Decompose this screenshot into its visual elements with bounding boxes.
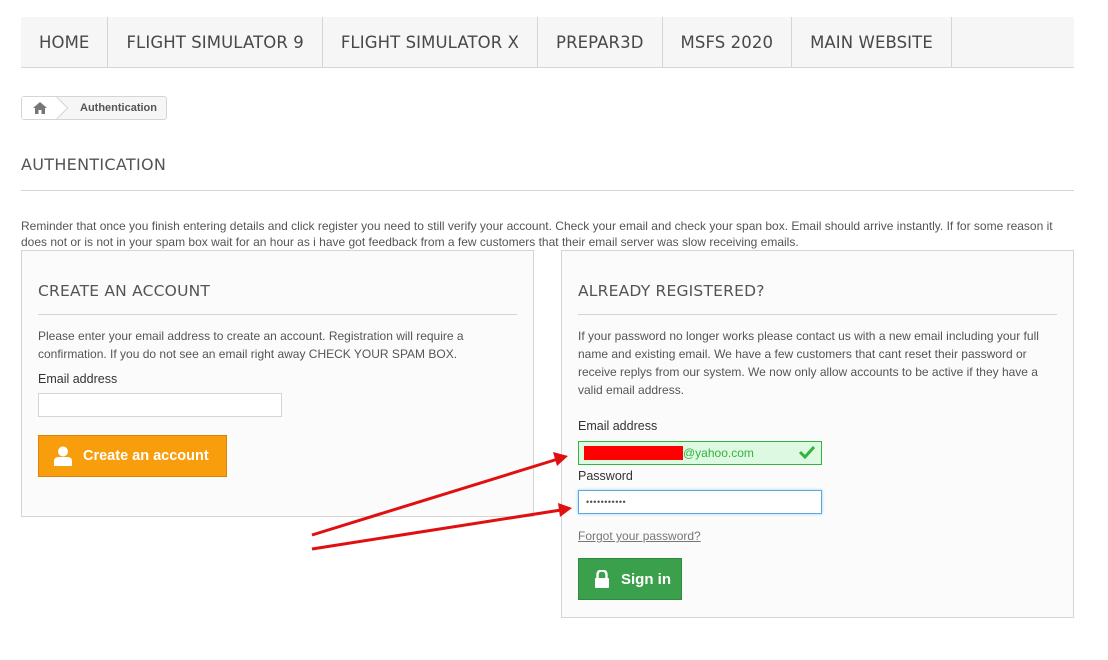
create-email-label: Email address <box>38 372 118 386</box>
password-input[interactable]: ••••••••••• <box>578 490 822 514</box>
nav-item-home[interactable]: HOME <box>21 17 109 67</box>
login-email-label: Email address <box>578 419 658 433</box>
create-account-text: Please enter your email address to creat… <box>38 329 464 361</box>
page-title: AUTHENTICATION <box>21 155 1074 191</box>
forgot-password-link[interactable]: Forgot your password? <box>578 529 701 543</box>
nav-item-main-website[interactable]: MAIN WEBSITE <box>792 17 952 67</box>
login-email-input[interactable]: @yahoo.com <box>578 441 822 465</box>
user-icon <box>51 446 75 466</box>
login-panel: ALREADY REGISTERED? If your password no … <box>561 250 1074 618</box>
login-title: ALREADY REGISTERED? <box>578 282 1057 315</box>
breadcrumb-home-link[interactable] <box>22 97 58 119</box>
breadcrumb-current: Authentication <box>80 102 157 114</box>
breadcrumb: Authentication <box>21 96 167 120</box>
sign-in-button[interactable]: Sign in <box>578 558 682 600</box>
login-text: If your password no longer works please … <box>578 329 1039 397</box>
create-account-title: CREATE AN ACCOUNT <box>38 282 517 315</box>
password-label: Password <box>578 469 633 483</box>
sign-in-button-label: Sign in <box>621 570 671 588</box>
nav-item-fs9[interactable]: FLIGHT SIMULATOR 9 <box>108 17 323 67</box>
create-email-input[interactable] <box>38 393 282 417</box>
nav-item-msfs2020[interactable]: MSFS 2020 <box>663 17 793 67</box>
redacted-email-block <box>584 446 683 460</box>
nav-item-fsx[interactable]: FLIGHT SIMULATOR X <box>323 17 539 67</box>
home-icon <box>32 102 47 114</box>
create-account-panel: CREATE AN ACCOUNT Please enter your emai… <box>21 250 534 517</box>
nav-item-prepar3d[interactable]: PREPAR3D <box>538 17 663 67</box>
checkmark-icon <box>799 445 815 459</box>
reminder-text: Reminder that once you finish entering d… <box>21 219 1053 249</box>
create-account-button[interactable]: Create an account <box>38 435 227 477</box>
create-account-button-label: Create an account <box>83 448 209 464</box>
email-suffix: @yahoo.com <box>683 446 754 460</box>
top-nav: HOME FLIGHT SIMULATOR 9 FLIGHT SIMULATOR… <box>21 17 1074 68</box>
lock-icon <box>592 570 612 588</box>
